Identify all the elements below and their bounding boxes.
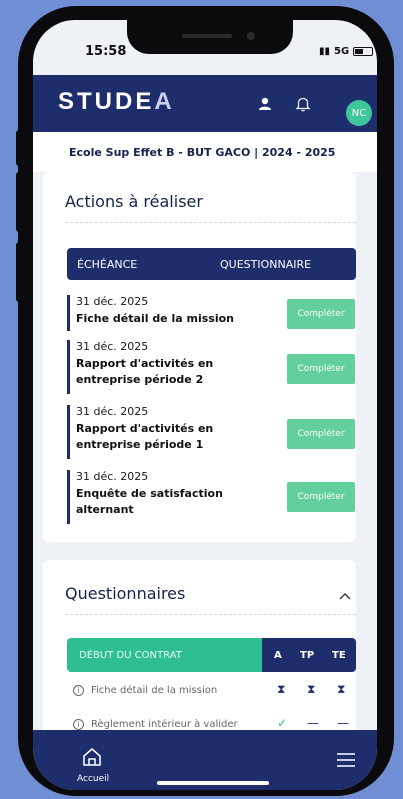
- user-icon[interactable]: [258, 97, 272, 111]
- task-title: Rapport d'activités en entreprise périod…: [76, 422, 214, 451]
- app-header: STUDEA NC: [33, 75, 377, 132]
- dash-icon: —: [307, 716, 319, 730]
- check-icon: ✓: [277, 716, 288, 730]
- phone-volume-down: [16, 242, 22, 302]
- task-item: 31 déc. 2025 Rapport d'activités en entr…: [67, 340, 356, 394]
- task-date: 31 déc. 2025: [76, 340, 149, 353]
- network-label: 5G: [334, 46, 350, 57]
- complete-button[interactable]: Compléter: [287, 299, 355, 329]
- home-label[interactable]: Accueil: [77, 774, 109, 784]
- task-accent: [67, 295, 70, 331]
- questionnaire-row[interactable]: i Fiche détail de la mission ⧗ ⧗ ⧗: [67, 682, 356, 704]
- studea-logo[interactable]: STUDEA: [58, 88, 175, 116]
- questionnaire-label: Fiche détail de la mission: [91, 685, 218, 696]
- divider: [65, 222, 356, 223]
- col-a: A: [274, 650, 282, 661]
- speaker: [182, 34, 232, 38]
- task-title: Rapport d'activités en entreprise périod…: [76, 357, 214, 386]
- hourglass-icon: ⧗: [307, 682, 316, 696]
- phone-volume-up: [16, 172, 22, 232]
- school-bar: Ecole Sup Effet B - BUT GACO | 2024 - 20…: [33, 132, 377, 172]
- task-item: 31 déc. 2025 Fiche détail de la mission …: [67, 295, 356, 331]
- avatar[interactable]: NC: [346, 100, 372, 126]
- info-icon[interactable]: i: [73, 685, 84, 696]
- logo-text: STUDE: [58, 88, 155, 115]
- status-indicators: ▮▮ 5G: [319, 46, 374, 57]
- col-te: TE: [332, 650, 346, 661]
- school-label: Ecole Sup Effet B - BUT GACO | 2024 - 20…: [69, 146, 336, 159]
- col-tp: TP: [300, 650, 315, 661]
- logo-tail: A: [154, 88, 175, 115]
- task-date: 31 déc. 2025: [76, 470, 149, 483]
- hourglass-icon: ⧗: [337, 682, 346, 696]
- bottom-nav: Accueil: [33, 730, 377, 790]
- section-label: DÉBUT DU CONTRAT: [79, 650, 182, 661]
- section-cols: A TP TE: [262, 638, 356, 672]
- home-icon[interactable]: [81, 746, 103, 768]
- questionnaires-title: Questionnaires: [65, 584, 186, 603]
- battery-icon: [353, 47, 374, 56]
- complete-button[interactable]: Compléter: [287, 482, 355, 512]
- actions-card: Actions à réaliser ÉCHÉANCE QUESTIONNAIR…: [43, 172, 356, 542]
- questionnaire-label: Règlement intérieur à valider: [91, 719, 238, 730]
- section-label-cell: DÉBUT DU CONTRAT: [67, 638, 262, 672]
- camera: [247, 32, 255, 40]
- home-indicator[interactable]: [157, 781, 269, 785]
- chevron-up-icon[interactable]: [339, 592, 351, 600]
- actions-title: Actions à réaliser: [65, 192, 203, 211]
- task-date: 31 déc. 2025: [76, 295, 149, 308]
- task-item: 31 déc. 2025 Rapport d'activités en entr…: [67, 405, 356, 459]
- task-accent: [67, 340, 70, 394]
- col-form: QUESTIONNAIRE: [220, 258, 312, 271]
- divider: [65, 614, 356, 615]
- task-title: Enquête de satisfaction alternant: [76, 487, 223, 516]
- task-date: 31 déc. 2025: [76, 405, 149, 418]
- signal-icon: ▮▮: [319, 46, 331, 57]
- menu-icon[interactable]: [336, 752, 356, 768]
- actions-table-header: ÉCHÉANCE QUESTIONNAIRE: [67, 248, 356, 280]
- task-accent: [67, 405, 70, 459]
- notch: [127, 20, 293, 54]
- task-accent: [67, 470, 70, 524]
- hourglass-icon: ⧗: [277, 682, 286, 696]
- phone-screen: 15:58 ▮▮ 5G STUDEA NC Ecole Sup Effet B …: [33, 20, 377, 790]
- questionnaire-section-header: DÉBUT DU CONTRAT A TP TE: [67, 638, 356, 672]
- phone-side-button: [16, 130, 22, 166]
- info-icon[interactable]: i: [73, 719, 84, 730]
- task-title: Fiche détail de la mission: [76, 312, 234, 325]
- bell-icon[interactable]: [295, 96, 311, 112]
- dash-icon: —: [337, 716, 349, 730]
- col-deadline: ÉCHÉANCE: [77, 258, 138, 271]
- task-item: 31 déc. 2025 Enquête de satisfaction alt…: [67, 470, 356, 524]
- complete-button[interactable]: Compléter: [287, 354, 355, 384]
- complete-button[interactable]: Compléter: [287, 419, 355, 449]
- status-time: 15:58: [85, 44, 127, 59]
